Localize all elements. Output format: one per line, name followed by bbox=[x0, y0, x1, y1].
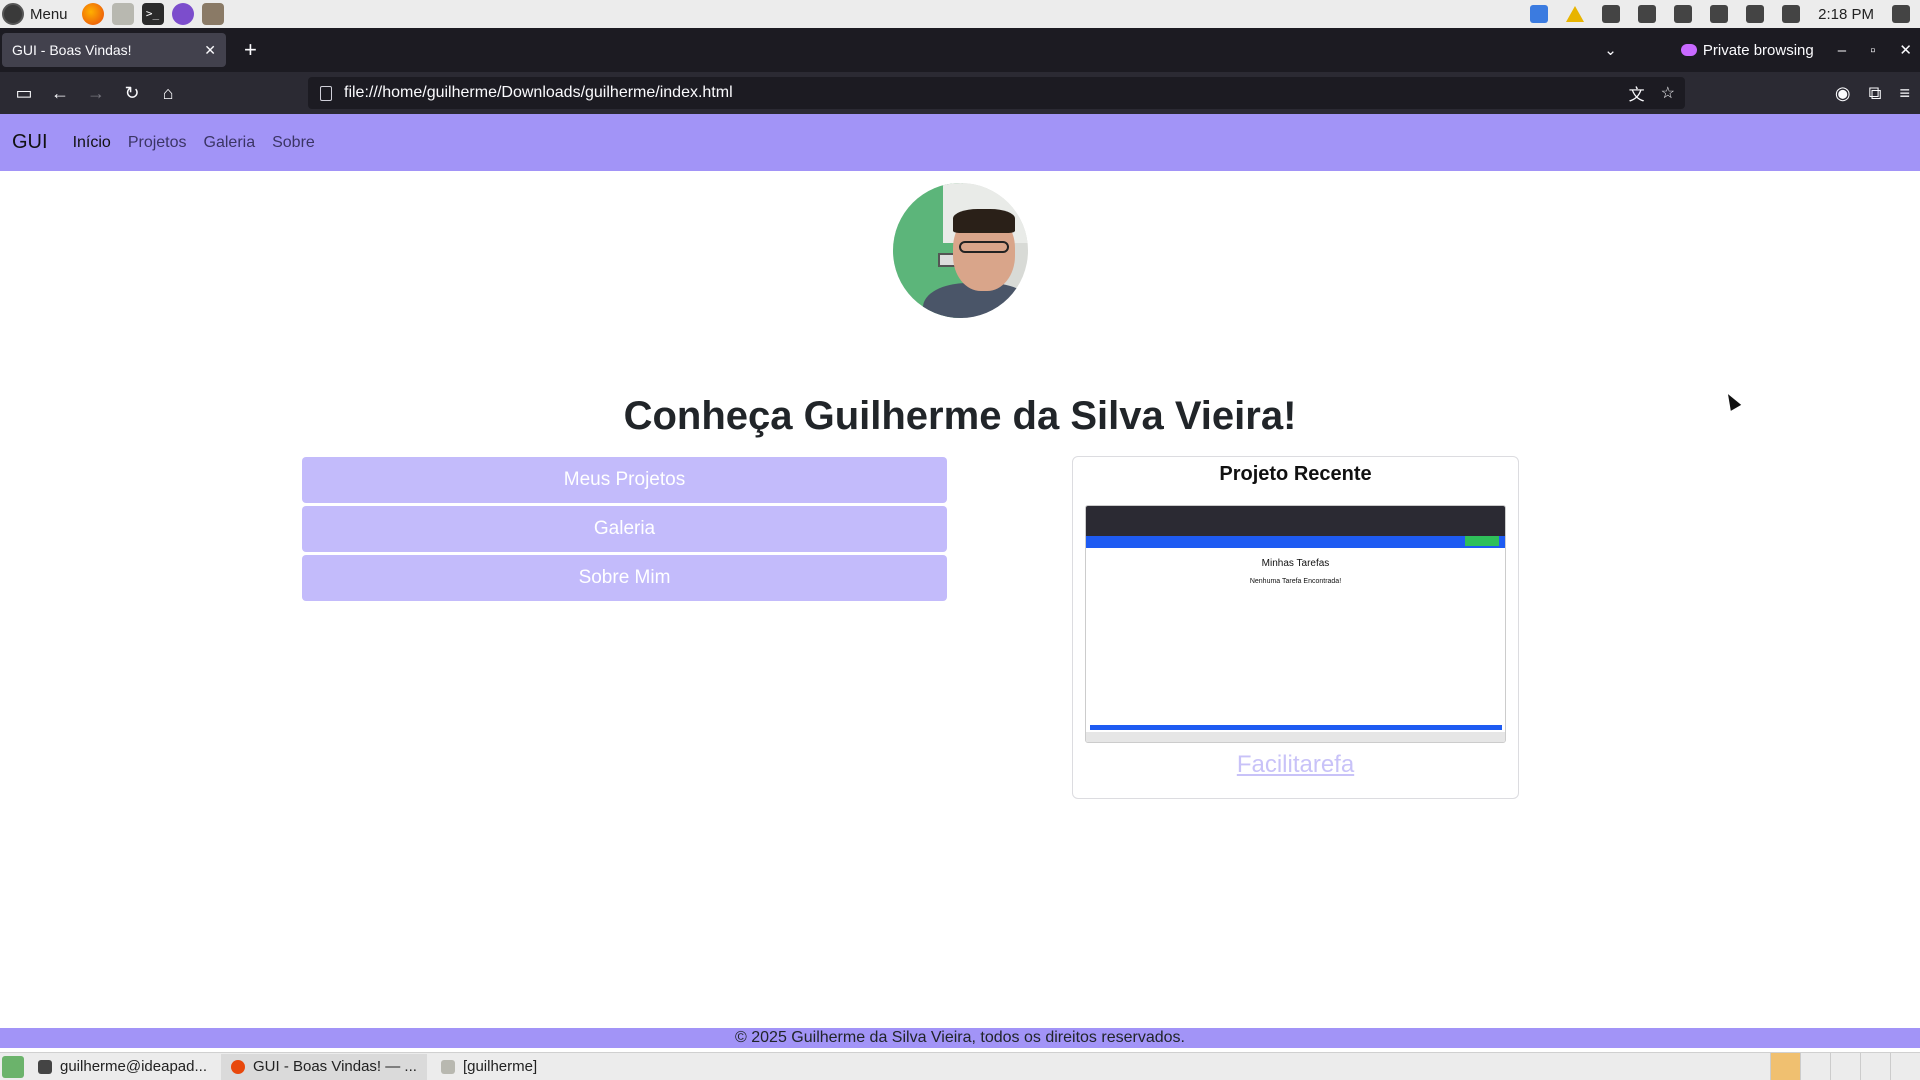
volume-icon[interactable] bbox=[1782, 5, 1801, 23]
os-taskbar: guilherme@ideapad... GUI - Boas Vindas! … bbox=[0, 1052, 1920, 1080]
files-icon[interactable] bbox=[111, 3, 134, 25]
launcher-bar: >_ bbox=[81, 3, 224, 25]
workspace-3[interactable] bbox=[1830, 1053, 1860, 1080]
nav-link-inicio[interactable]: Início bbox=[73, 134, 111, 152]
os-menu-label: Menu bbox=[30, 5, 68, 23]
notification-bell-icon[interactable] bbox=[1710, 5, 1729, 23]
os-logo-icon bbox=[2, 3, 24, 25]
nav-link-galeria[interactable]: Galeria bbox=[204, 134, 256, 152]
workspace-4[interactable] bbox=[1860, 1053, 1890, 1080]
browser-toolbar: ▭ ← → ↻ ⌂ file:///home/guilherme/Downloa… bbox=[0, 72, 1920, 114]
firefox-task-icon bbox=[230, 1059, 245, 1074]
galeria-button[interactable]: Galeria bbox=[302, 506, 947, 552]
account-icon[interactable]: ◉ bbox=[1835, 83, 1851, 104]
url-bar-actions: 文 ☆ bbox=[1629, 77, 1675, 109]
sobre-mim-button[interactable]: Sobre Mim bbox=[302, 555, 947, 601]
translate-icon[interactable]: 文 bbox=[1629, 81, 1645, 105]
reload-icon[interactable]: ↻ bbox=[114, 83, 150, 104]
private-browsing-label: Private browsing bbox=[1702, 41, 1814, 59]
private-mask-icon bbox=[1680, 44, 1697, 56]
firefox-icon[interactable] bbox=[81, 3, 104, 25]
battery-icon[interactable] bbox=[1746, 5, 1765, 23]
folder-task-icon bbox=[440, 1059, 455, 1074]
tab-gui-boas-vindas[interactable]: GUI - Boas Vindas! ✕ bbox=[2, 33, 226, 67]
private-browsing-indicator: Private browsing bbox=[1680, 41, 1814, 59]
show-desktop-icon[interactable] bbox=[2, 1055, 24, 1078]
emacs-icon[interactable] bbox=[171, 3, 194, 25]
back-icon[interactable]: ← bbox=[42, 83, 78, 104]
nav-link-projetos[interactable]: Projetos bbox=[128, 134, 187, 152]
preview-subtitle: Nenhuma Tarefa Encontrada! bbox=[1249, 578, 1342, 585]
app-menu-icon[interactable]: ≡ bbox=[1899, 83, 1910, 104]
main-button-stack: Meus Projetos Galeria Sobre Mim bbox=[302, 457, 947, 604]
wifi-icon[interactable] bbox=[1674, 5, 1693, 23]
trash-icon[interactable] bbox=[1890, 1053, 1920, 1080]
power-icon[interactable] bbox=[1892, 5, 1910, 23]
gimp-icon[interactable] bbox=[201, 3, 224, 25]
clock[interactable]: 2:18 PM bbox=[1818, 6, 1874, 23]
task-label: GUI - Boas Vindas! — ... bbox=[252, 1058, 417, 1075]
maximize-button[interactable]: ▫ bbox=[1870, 42, 1875, 59]
bluetooth-icon[interactable] bbox=[1638, 5, 1657, 23]
task-terminal[interactable]: guilherme@ideapad... bbox=[28, 1054, 217, 1080]
tab-title: GUI - Boas Vindas! bbox=[12, 42, 132, 58]
site-navbar: GUI Início Projetos Galeria Sobre bbox=[0, 114, 1920, 171]
browser-tab-bar: GUI - Boas Vindas! ✕ + ⌄ Private browsin… bbox=[0, 28, 1920, 72]
list-tabs-icon[interactable]: ⌄ bbox=[1604, 41, 1617, 59]
url-bar[interactable]: file:///home/guilherme/Downloads/guilher… bbox=[308, 77, 1685, 109]
toolbar-right: ◉ ⧉ ≡ bbox=[1835, 72, 1910, 114]
card-title: Projeto Recente bbox=[1219, 463, 1372, 485]
workspace-2[interactable] bbox=[1800, 1053, 1830, 1080]
workspace-switcher bbox=[1770, 1053, 1920, 1080]
home-icon[interactable]: ⌂ bbox=[150, 83, 186, 104]
terminal-task-icon bbox=[38, 1059, 52, 1074]
task-label: [guilherme] bbox=[462, 1058, 538, 1075]
nvidia-icon[interactable] bbox=[1602, 5, 1621, 23]
os-top-panel: Menu >_ 2:18 PM bbox=[0, 0, 1920, 28]
extensions-icon[interactable]: ⧉ bbox=[1869, 83, 1882, 104]
site-brand[interactable]: GUI bbox=[12, 131, 48, 154]
new-tab-button[interactable]: + bbox=[244, 37, 257, 63]
page-icon bbox=[320, 85, 332, 101]
tabbar-right: ⌄ Private browsing – ▫ ✕ bbox=[1604, 28, 1912, 72]
os-menu-button[interactable]: Menu bbox=[0, 3, 68, 25]
terminal-icon[interactable]: >_ bbox=[141, 3, 164, 25]
page-headline: Conheça Guilherme da Silva Vieira! bbox=[623, 394, 1297, 438]
sidebar-icon[interactable]: ▭ bbox=[6, 83, 42, 104]
minimize-button[interactable]: – bbox=[1838, 42, 1846, 59]
tab-close-icon[interactable]: ✕ bbox=[204, 42, 216, 59]
preview-title: Minhas Tarefas bbox=[1261, 558, 1330, 569]
accessibility-icon[interactable] bbox=[1530, 5, 1549, 23]
facilitarefa-link[interactable]: Facilitarefa bbox=[1073, 751, 1518, 779]
warning-icon[interactable] bbox=[1566, 6, 1585, 22]
forward-icon[interactable]: → bbox=[78, 83, 114, 104]
page-viewport: GUI Início Projetos Galeria Sobre Conheç… bbox=[0, 114, 1920, 1048]
task-label: guilherme@ideapad... bbox=[60, 1058, 207, 1075]
bookmark-star-icon[interactable]: ☆ bbox=[1661, 83, 1675, 103]
project-preview-image: Minhas Tarefas Nenhuma Tarefa Encontrada… bbox=[1085, 505, 1506, 743]
meus-projetos-button[interactable]: Meus Projetos bbox=[302, 457, 947, 503]
nav-link-sobre[interactable]: Sobre bbox=[272, 134, 315, 152]
site-footer: © 2025 Guilherme da Silva Vieira, todos … bbox=[0, 1028, 1920, 1048]
task-files[interactable]: [guilherme] bbox=[431, 1054, 547, 1080]
workspace-1[interactable] bbox=[1770, 1053, 1800, 1080]
profile-avatar bbox=[893, 183, 1028, 318]
recent-project-card: Projeto Recente Minhas Tarefas Nenhuma T… bbox=[1072, 456, 1519, 799]
close-window-button[interactable]: ✕ bbox=[1899, 41, 1912, 59]
task-firefox[interactable]: GUI - Boas Vindas! — ... bbox=[220, 1053, 427, 1080]
system-tray: 2:18 PM bbox=[1530, 0, 1910, 28]
url-text[interactable]: file:///home/guilherme/Downloads/guilher… bbox=[344, 84, 733, 102]
